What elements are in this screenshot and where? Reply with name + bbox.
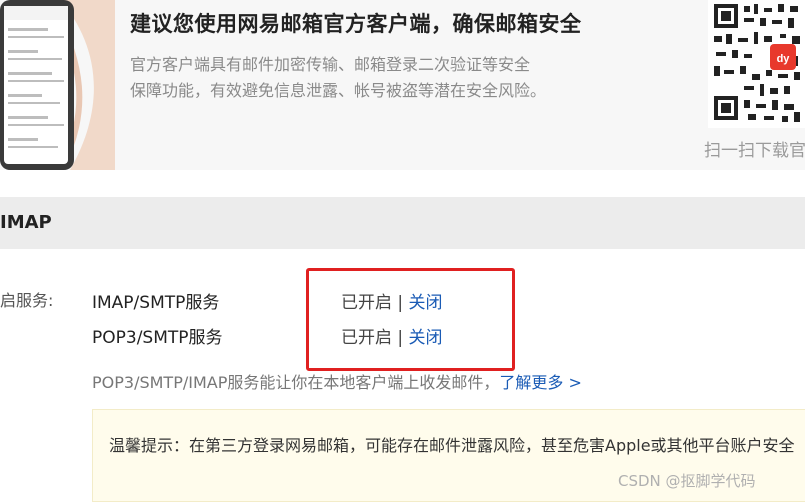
banner-title: 建议您使用网易邮箱官方客户端，确保邮箱安全 <box>130 12 582 36</box>
section-title: IMAP <box>0 212 52 233</box>
service-info-line: POP3/SMTP/IMAP服务能让你在本地客户端上收发邮件，了解更多 > <box>92 369 582 393</box>
banner-description: 官方客户端具有邮件加密传输、邮箱登录二次验证等安全 保障功能，有效避免信息泄露、… <box>130 52 650 104</box>
warm-tip-text: 温馨提示：在第三方登录网易邮箱，可能存在邮件泄露风险，甚至危害Apple或其他平… <box>109 436 795 455</box>
qr-code-icon[interactable]: dy <box>708 0 805 128</box>
pop3-smtp-service-name: POP3/SMTP服务 <box>92 328 223 348</box>
phone-illustration <box>0 0 115 170</box>
learn-more-link[interactable]: 了解更多 > <box>499 373 582 392</box>
banner-desc-line-2: 保障功能，有效避免信息泄露、帐号被盗等潜在安全风险。 <box>130 81 547 100</box>
section-header-bar <box>0 197 805 249</box>
qr-caption: 扫一扫下载官 <box>704 141 805 161</box>
watermark: CSDN @抠脚学代码 <box>618 472 756 490</box>
client-promo-banner: 建议您使用网易邮箱官方客户端，确保邮箱安全 官方客户端具有邮件加密传输、邮箱登录… <box>0 0 805 170</box>
banner-desc-line-1: 官方客户端具有邮件加密传输、邮箱登录二次验证等安全 <box>130 55 531 74</box>
service-row-label: 启服务: <box>0 291 54 310</box>
svg-text:dy: dy <box>777 53 791 65</box>
imap-smtp-service-name: IMAP/SMTP服务 <box>92 293 220 313</box>
highlight-annotation-box <box>306 268 515 371</box>
service-info-text: POP3/SMTP/IMAP服务能让你在本地客户端上收发邮件， <box>92 373 500 392</box>
